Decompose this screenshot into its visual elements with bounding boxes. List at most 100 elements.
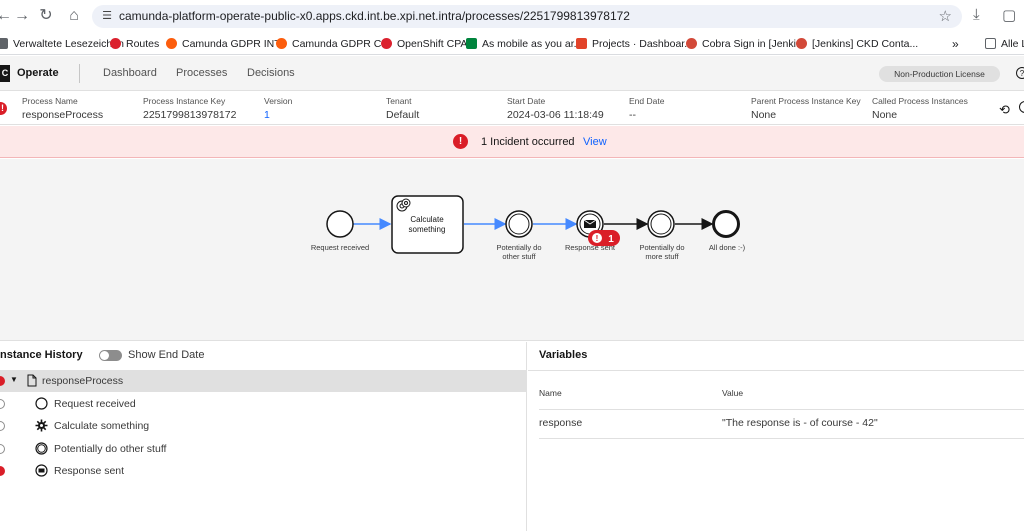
bookmark-item[interactable]: Verwaltete Lesezeichen	[0, 36, 124, 51]
history-row[interactable]: Potentially do other stuff	[0, 438, 527, 460]
field-value: Default	[386, 109, 420, 121]
field-label: Process Instance Key	[143, 96, 226, 106]
reload-icon[interactable]: ↻	[36, 6, 56, 26]
nav-processes[interactable]: Processes	[176, 67, 227, 79]
field-value: responseProcess	[22, 109, 104, 121]
home-icon[interactable]: ⌂	[64, 6, 84, 26]
incident-count-badge[interactable]: ! 1	[588, 230, 620, 246]
bookmark-label: Camunda GDPR CI1	[292, 37, 391, 50]
history-row-label: Potentially do other stuff	[54, 443, 167, 455]
history-row-label: responseProcess	[42, 375, 124, 387]
completed-state-icon	[0, 399, 5, 409]
instance-header: ! Process Name responseProcess Process I…	[0, 92, 1024, 125]
bpmn-diagram[interactable]: Request received Calculate something Pot…	[0, 159, 1024, 341]
field-label: Tenant	[386, 96, 412, 106]
bookmark-item[interactable]: [Jenkins] CKD Conta...	[796, 36, 918, 51]
variable-value-cell[interactable]: "The response is - of course - 42"	[722, 417, 878, 429]
download-icon[interactable]: ⤓	[973, 6, 980, 23]
column-header-value[interactable]: Value	[722, 388, 743, 398]
app-name[interactable]: Operate	[17, 67, 59, 79]
bookmark-item[interactable]: Camunda GDPR INT1	[166, 36, 286, 51]
divider	[539, 409, 1024, 410]
bookmark-label: Projects · Dashboar...	[592, 37, 693, 50]
intermediate-event-icon[interactable]	[647, 210, 675, 238]
intermediate-event-icon[interactable]	[505, 210, 533, 238]
intermediate-event-label: more stuff	[645, 252, 679, 261]
cancel-icon[interactable]	[1019, 101, 1024, 113]
field-end-date: End Date --	[629, 96, 664, 121]
task-label-line: Calculate	[410, 215, 444, 224]
nav-dashboard[interactable]: Dashboard	[103, 67, 157, 79]
message-event-icon	[35, 464, 48, 477]
field-version: Version 1	[264, 96, 292, 121]
version-link[interactable]: 1	[264, 109, 292, 121]
start-event-icon[interactable]	[326, 210, 354, 238]
field-value: 2251799813978172	[143, 109, 237, 121]
forward-arrow-icon[interactable]: →	[12, 6, 32, 26]
incident-state-icon	[0, 376, 5, 386]
openshift-icon	[110, 38, 121, 49]
help-icon[interactable]: ?	[1016, 67, 1024, 79]
address-url[interactable]: camunda-platform-operate-public-x0.apps.…	[119, 9, 630, 23]
bookmarks-bar: Verwaltete Lesezeichen Routes Camunda GD…	[0, 32, 1024, 55]
all-bookmarks-label: Alle Le	[1001, 37, 1024, 50]
divider	[528, 370, 1024, 371]
incident-state-icon: !	[0, 102, 7, 115]
field-parent-instance: Parent Process Instance Key None	[751, 96, 861, 121]
view-incidents-link[interactable]: View	[583, 136, 607, 148]
document-icon	[27, 374, 37, 387]
license-tag[interactable]: Non-Production License	[879, 66, 1000, 82]
nav-decisions[interactable]: Decisions	[247, 67, 295, 79]
history-row-label: Response sent	[54, 465, 125, 477]
more-bookmarks-button[interactable]: »	[952, 36, 959, 51]
bookmark-item[interactable]: Camunda GDPR CI1	[276, 36, 390, 51]
show-end-date-toggle[interactable]	[99, 350, 122, 361]
field-label: Parent Process Instance Key	[751, 96, 861, 106]
openshift-icon	[381, 38, 392, 49]
variables-title: Variables	[539, 349, 588, 361]
history-row[interactable]: Response sent	[0, 460, 527, 482]
variables-panel: Variables Name Value response "The respo…	[528, 342, 1024, 531]
divider	[539, 438, 1024, 439]
bookmark-item[interactable]: OpenShift CPA	[381, 36, 467, 51]
bookmark-item[interactable]: Cobra Sign in [Jenki...	[686, 36, 805, 51]
task-label-line: something	[409, 225, 446, 234]
incident-banner: ! 1 Incident occurred View	[0, 126, 1024, 158]
bookmark-star-icon[interactable]: ☆	[939, 7, 952, 25]
variable-name-cell[interactable]: response	[539, 417, 582, 429]
start-event-icon	[35, 397, 48, 410]
folder-icon	[985, 38, 996, 49]
history-row-process[interactable]: ▼ responseProcess	[0, 370, 527, 392]
history-row[interactable]: Calculate something	[0, 415, 527, 437]
show-end-date-label: Show End Date	[128, 349, 205, 361]
bpmn-canvas[interactable]: Request received Calculate something Pot…	[0, 159, 1024, 341]
extensions-icon[interactable]: ▢	[1002, 6, 1016, 24]
site-info-icon[interactable]: ☰	[100, 9, 114, 23]
intermediate-event-label: Potentially do	[639, 243, 684, 252]
retry-icon[interactable]: ⟲	[999, 102, 1010, 118]
intermediate-event-label: Potentially do	[496, 243, 541, 252]
field-called-instances: Called Process Instances None	[872, 96, 968, 121]
header-divider	[79, 64, 80, 83]
end-event-icon[interactable]	[712, 210, 740, 238]
camunda-logo[interactable]: C	[0, 65, 10, 82]
bookmark-label: Routes	[126, 37, 160, 50]
incident-badge-icon: !	[596, 234, 599, 243]
all-bookmarks-button[interactable]: Alle Le	[985, 36, 1024, 51]
field-value: --	[629, 109, 636, 121]
address-bar[interactable]: ☰ camunda-platform-operate-public-x0.app…	[92, 5, 962, 28]
column-header-name[interactable]: Name	[539, 388, 562, 398]
folder-icon	[0, 38, 8, 49]
bookmark-label: Cobra Sign in [Jenki...	[702, 37, 805, 50]
chevron-down-icon[interactable]: ▼	[10, 375, 18, 384]
end-event-label: All done :-)	[709, 243, 746, 252]
field-label: Version	[264, 96, 293, 106]
bookmark-item[interactable]: Projects · Dashboar...	[576, 36, 693, 51]
intermediate-event-label: other stuff	[502, 252, 536, 261]
field-instance-key: Process Instance Key 2251799813978172	[143, 96, 236, 121]
start-event-label: Request received	[311, 243, 369, 252]
field-label: Process Name	[22, 96, 78, 106]
bookmark-item[interactable]: Routes	[110, 36, 159, 51]
history-row[interactable]: Request received	[0, 393, 527, 415]
bookmark-item[interactable]: As mobile as you ar...	[466, 36, 582, 51]
